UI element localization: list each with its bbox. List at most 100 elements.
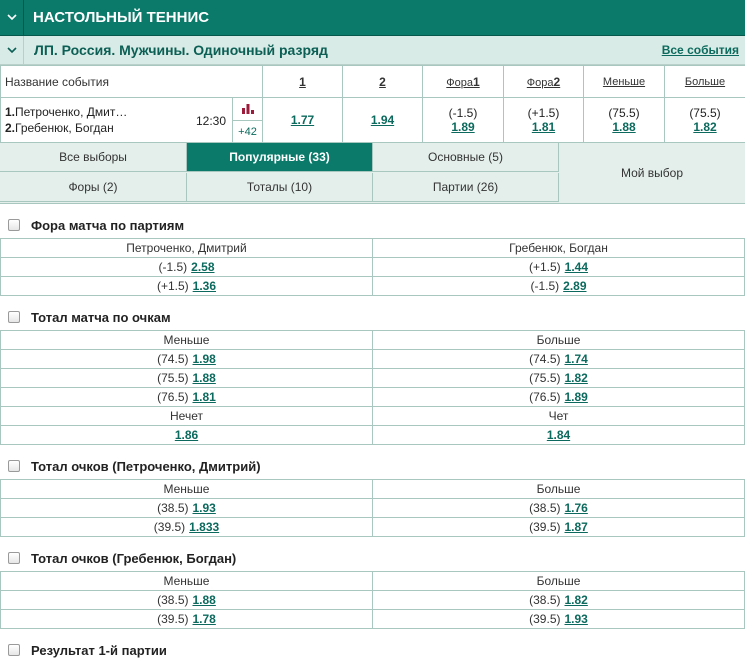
more-line: (75.5)	[665, 106, 745, 120]
market-cell[interactable]: (75.5)1.88	[1, 369, 373, 388]
market-cell[interactable]: (75.5) 1.82	[373, 369, 745, 388]
odd-cell-2[interactable]: 1.94	[343, 98, 423, 143]
odd-link[interactable]: 1.87	[565, 520, 588, 534]
col-head-left: Петроченко, Дмитрий	[1, 239, 373, 258]
col-header-more[interactable]: Больше	[665, 66, 745, 98]
section-header[interactable]: Результат 1-й партии	[0, 637, 745, 663]
odd-link[interactable]: 1.98	[193, 352, 216, 366]
tab-popular[interactable]: Популярные (33)	[187, 143, 373, 172]
odd-link[interactable]: 1.89	[565, 390, 588, 404]
col-header-fora1[interactable]: Фора1	[423, 66, 504, 98]
sport-header[interactable]: НАСТОЛЬНЫЙ ТЕННИС	[0, 0, 745, 36]
odd-link[interactable]: 1.93	[193, 501, 216, 515]
odd-link[interactable]: 1.81	[193, 390, 216, 404]
line: (+1.5)	[157, 279, 189, 293]
market-cell[interactable]: (-1.5)2.58	[1, 258, 373, 277]
col-header-fora2[interactable]: Фора2	[504, 66, 584, 98]
fora1-label: Фора	[446, 77, 473, 89]
odd-2[interactable]: 1.94	[371, 113, 394, 127]
tab-main[interactable]: Основные (5)	[373, 143, 559, 172]
odd-link[interactable]: 1.88	[193, 593, 216, 607]
market-cell[interactable]: (38.5)1.88	[1, 591, 373, 610]
market-cell[interactable]: (39.5)1.78	[1, 610, 373, 629]
fora2-cell[interactable]: (+1.5)1.81	[504, 98, 584, 143]
event-players[interactable]: 1.Петроченко, Дмит… 2.Гребенюк, Богдан 1…	[1, 98, 233, 143]
less-cell[interactable]: (75.5)1.88	[584, 98, 665, 143]
line: (39.5)	[529, 612, 560, 626]
line: (74.5)	[529, 352, 560, 366]
more-markets-count[interactable]: +42	[233, 121, 262, 142]
odd-link[interactable]: 1.74	[565, 352, 588, 366]
more-cell[interactable]: (75.5)1.82	[665, 98, 745, 143]
tab-sets[interactable]: Партии (26)	[373, 173, 559, 202]
player-2-name: Гребенюк, Богдан	[15, 121, 114, 135]
all-events-link[interactable]: Все события	[662, 43, 745, 57]
tab-my-choice[interactable]: Мой выбор	[559, 143, 745, 203]
col-head-even: Чет	[373, 407, 745, 426]
section-header[interactable]: Фора матча по партиям	[0, 212, 745, 238]
line: (74.5)	[157, 352, 188, 366]
market-cell[interactable]: (38.5)1.93	[1, 499, 373, 518]
odd-link[interactable]: 1.44	[565, 260, 588, 274]
col-head-left: Меньше	[1, 480, 373, 499]
market-cell[interactable]: (38.5)1.76	[373, 499, 745, 518]
fora2-odd[interactable]: 1.81	[504, 120, 583, 134]
market-cell[interactable]: (-1.5)2.89	[373, 277, 745, 296]
market-cell[interactable]: (76.5)1.81	[1, 388, 373, 407]
section-checkbox[interactable]	[8, 311, 20, 323]
market-cell[interactable]: (74.5) 1.98	[1, 350, 373, 369]
section-header[interactable]: Тотал очков (Гребенюк, Богдан)	[0, 545, 745, 571]
tab-fora[interactable]: Форы (2)	[0, 173, 187, 202]
odd-1[interactable]: 1.77	[291, 113, 314, 127]
odd-link[interactable]: 2.89	[563, 279, 586, 293]
market-cell[interactable]: (39.5)1.87	[373, 518, 745, 537]
odd-link[interactable]: 2.58	[191, 260, 214, 274]
odd-link[interactable]: 1.82	[565, 371, 588, 385]
tab-all[interactable]: Все выборы	[0, 143, 187, 172]
market-cell[interactable]: (74.5) 1.74	[373, 350, 745, 369]
market-cell[interactable]: (+1.5) 1.44	[373, 258, 745, 277]
section-header[interactable]: Тотал очков (Петроченко, Дмитрий)	[0, 453, 745, 479]
market-cell[interactable]: (+1.5) 1.36	[1, 277, 373, 296]
market-cell[interactable]: 1.86	[1, 426, 373, 445]
more-odd[interactable]: 1.82	[665, 120, 745, 134]
col-header-2[interactable]: 2	[343, 66, 423, 98]
odd-link[interactable]: 1.833	[189, 520, 219, 534]
market-cell[interactable]: (39.5) 1.93	[373, 610, 745, 629]
section-checkbox[interactable]	[8, 644, 20, 656]
odd-link[interactable]: 1.36	[193, 279, 216, 293]
table-row: 1.86 1.84	[1, 426, 745, 445]
col-head-right: Больше	[373, 480, 745, 499]
league-header[interactable]: ЛП. Россия. Мужчины. Одиночный разряд Вс…	[0, 36, 745, 65]
less-odd[interactable]: 1.88	[584, 120, 664, 134]
market-grid: Меньше Больше (38.5)1.88 (38.5)1.82 (39.…	[0, 571, 745, 629]
odd-cell-1[interactable]: 1.77	[263, 98, 343, 143]
section-checkbox[interactable]	[8, 552, 20, 564]
section-header[interactable]: Тотал матча по очкам	[0, 304, 745, 330]
odd-link[interactable]: 1.84	[547, 428, 570, 442]
col-header-less[interactable]: Меньше	[584, 66, 665, 98]
market-cell[interactable]: (76.5)1.89	[373, 388, 745, 407]
odd-link[interactable]: 1.78	[193, 612, 216, 626]
odd-link[interactable]: 1.86	[175, 428, 198, 442]
market-cell[interactable]: (39.5)1.833	[1, 518, 373, 537]
section-checkbox[interactable]	[8, 219, 20, 231]
section-checkbox[interactable]	[8, 460, 20, 472]
market-cell[interactable]: 1.84	[373, 426, 745, 445]
col-head-left: Меньше	[1, 331, 373, 350]
odd-link[interactable]: 1.82	[565, 593, 588, 607]
fora1-odd[interactable]: 1.89	[423, 120, 503, 134]
tab-totals[interactable]: Тоталы (10)	[187, 173, 373, 202]
stats-chart-icon[interactable]	[233, 98, 262, 121]
odd-link[interactable]: 1.93	[565, 612, 588, 626]
line: (+1.5)	[529, 260, 561, 274]
line: (75.5)	[529, 371, 560, 385]
odd-link[interactable]: 1.88	[193, 371, 216, 385]
col-head-right: Больше	[373, 331, 745, 350]
chevron-down-icon[interactable]	[0, 0, 24, 36]
odd-link[interactable]: 1.76	[565, 501, 588, 515]
chevron-down-icon[interactable]	[0, 36, 24, 65]
fora1-cell[interactable]: (-1.5)1.89	[423, 98, 504, 143]
col-header-1[interactable]: 1	[263, 66, 343, 98]
market-cell[interactable]: (38.5)1.82	[373, 591, 745, 610]
